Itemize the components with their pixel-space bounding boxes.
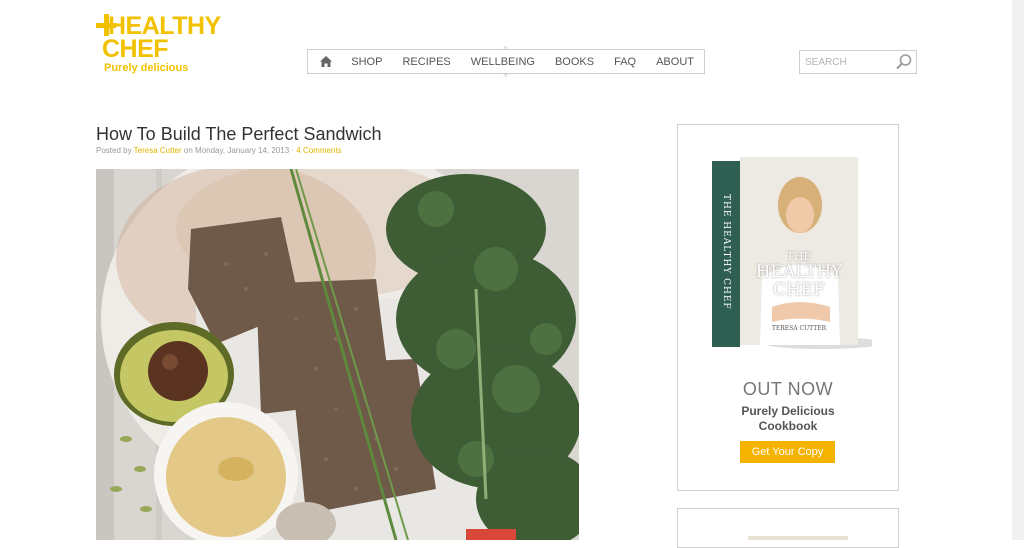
nav-home-link[interactable] [308, 50, 343, 73]
ad-subtitle-line-1: Purely Delicious [741, 404, 835, 418]
sandwich-ingredients-photo [96, 169, 579, 540]
post-title[interactable]: How To Build The Perfect Sandwich [96, 124, 382, 145]
cookbook-ad: THE HEALTHY CHEF THE HEALTHY CHEF TERESA… [677, 124, 899, 491]
ad-heading: OUT NOW [742, 379, 834, 399]
logo-line-1: HEALTHY [108, 12, 221, 40]
get-your-copy-button[interactable]: Get Your Copy [740, 441, 835, 463]
book-spine-text: THE HEALTHY CHEF [721, 194, 731, 310]
healthy-chef-logo[interactable]: HEALTHY CHEF Purely delicious [96, 14, 246, 76]
nav-item-shop[interactable]: SHOP [343, 56, 392, 68]
nav-item-wellbeing[interactable]: WELLBEING [461, 56, 545, 68]
post-featured-image [96, 169, 579, 540]
second-sidebar-ad [677, 508, 899, 548]
logo-tagline: Purely delicious [104, 62, 189, 74]
book-author: TERESA CUTTER [771, 325, 827, 332]
ad-subtitle-line-2: Cookbook [758, 419, 818, 433]
nav-cross-bottom-icon: + [503, 70, 509, 80]
post-date: on Monday, January 14, 2013 · [181, 146, 297, 155]
book-title-line-2: HEALTHY [755, 262, 843, 282]
search-button[interactable] [895, 53, 913, 71]
nav-item-faq[interactable]: FAQ [604, 56, 646, 68]
cookbook-cover-image[interactable]: THE HEALTHY CHEF THE HEALTHY CHEF TERESA… [712, 157, 882, 353]
nav-item-recipes[interactable]: RECIPES [392, 56, 460, 68]
nav-item-about[interactable]: ABOUT [646, 56, 704, 68]
search-input[interactable] [800, 51, 897, 73]
nav-cross-top-icon: + [503, 43, 509, 53]
search-box [799, 50, 917, 74]
search-icon [896, 54, 912, 70]
post-comments-link[interactable]: 4 Comments [296, 146, 341, 155]
page-scroll-gutter [1012, 0, 1024, 540]
post-meta-prefix: Posted by [96, 146, 134, 155]
second-ad-image [748, 536, 848, 540]
book-title-line-3: CHEF [772, 280, 826, 300]
post-author-link[interactable]: Teresa Cutter [134, 146, 182, 155]
logo-line-2: CHEF [102, 35, 169, 63]
home-icon [319, 56, 332, 67]
post-meta: Posted by Teresa Cutter on Monday, Janua… [96, 146, 342, 155]
nav-item-books[interactable]: BOOKS [545, 56, 604, 68]
